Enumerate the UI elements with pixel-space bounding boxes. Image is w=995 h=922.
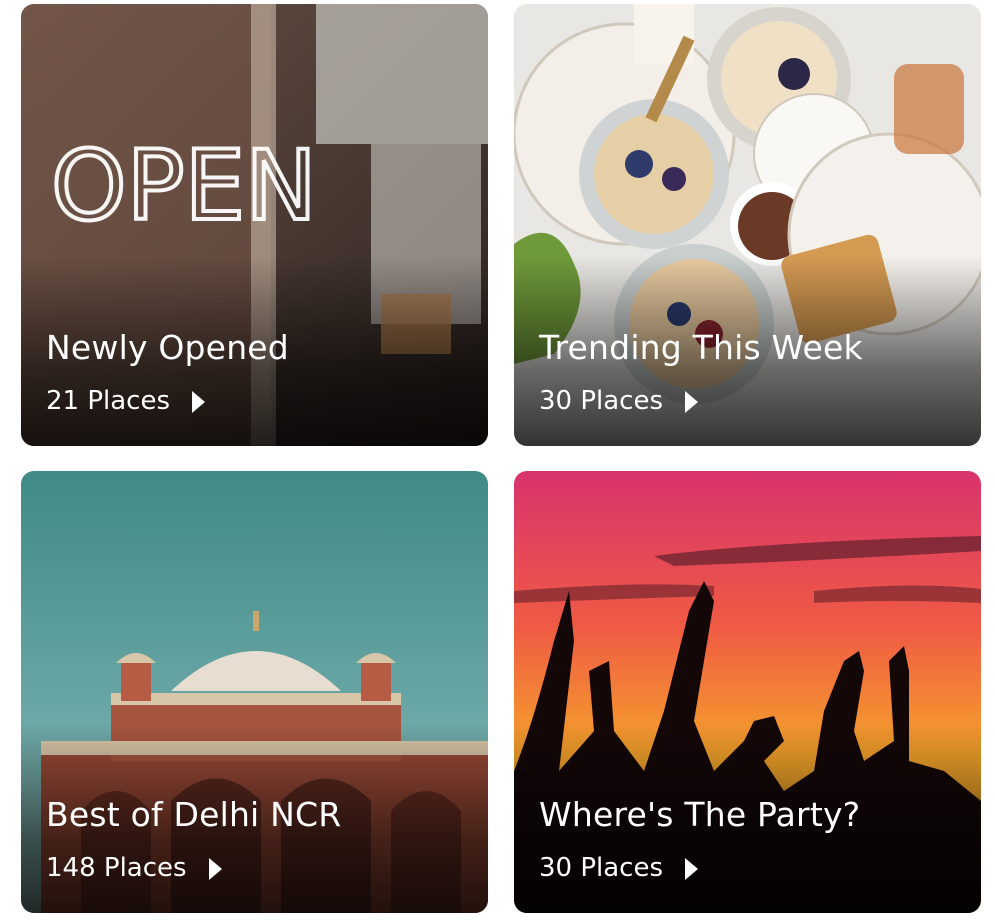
collection-card-newly-opened[interactable]: OPEN Newly Opened 21 Places — [21, 4, 488, 446]
places-count-label: 30 Places — [539, 386, 664, 416]
caret-right-icon — [685, 391, 699, 413]
caret-right-icon — [208, 858, 222, 880]
collection-title: Trending This Week — [539, 328, 863, 367]
places-count-label: 21 Places — [46, 386, 171, 416]
collection-title: Where's The Party? — [539, 795, 861, 834]
collection-title: Newly Opened — [46, 328, 289, 367]
collection-places-count: 30 Places — [539, 853, 699, 883]
collection-card-best-of-delhi-ncr[interactable]: Best of Delhi NCR 148 Places — [21, 471, 488, 913]
collection-card-wheres-the-party[interactable]: Where's The Party? 30 Places — [514, 471, 981, 913]
collection-places-count: 30 Places — [539, 386, 699, 416]
svg-text:OPEN: OPEN — [51, 130, 317, 242]
collection-places-count: 148 Places — [46, 853, 222, 883]
places-count-label: 30 Places — [539, 853, 664, 883]
collection-title: Best of Delhi NCR — [46, 795, 342, 834]
caret-right-icon — [685, 858, 699, 880]
collection-places-count: 21 Places — [46, 386, 206, 416]
caret-right-icon — [192, 391, 206, 413]
collection-card-trending-this-week[interactable]: Trending This Week 30 Places — [514, 4, 981, 446]
collections-grid: OPEN Newly Opened 21 Places Trending Thi… — [0, 0, 995, 922]
places-count-label: 148 Places — [46, 853, 187, 883]
